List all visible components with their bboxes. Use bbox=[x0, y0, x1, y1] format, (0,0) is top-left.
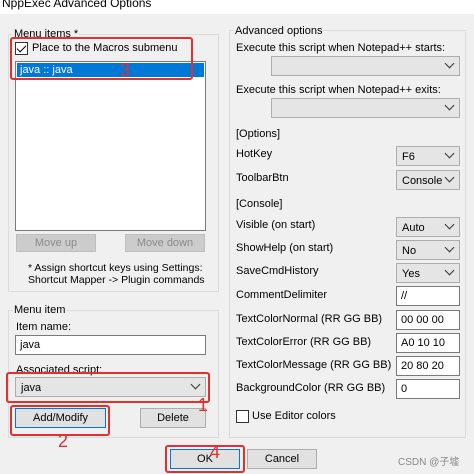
chevron-down-icon bbox=[444, 148, 455, 159]
chevron-down-icon bbox=[444, 219, 455, 230]
on-start-dropdown[interactable] bbox=[271, 56, 460, 76]
on-exit-dropdown[interactable] bbox=[271, 98, 460, 118]
toolbarbtn-value: Console bbox=[402, 175, 443, 187]
hotkey-label: HotKey bbox=[236, 148, 273, 160]
showhelp-dropdown[interactable]: No bbox=[396, 240, 460, 260]
tc-normal-input[interactable]: 00 00 00 bbox=[396, 310, 460, 330]
annotation-box-1 bbox=[6, 372, 210, 403]
shortcut-note: * Assign shortcut keys using Settings: S… bbox=[28, 262, 205, 286]
options-section-label: [Options] bbox=[236, 128, 281, 140]
showhelp-value: No bbox=[402, 245, 417, 257]
annotation-box-3 bbox=[10, 37, 193, 80]
bgcolor-value: 0 bbox=[401, 383, 408, 395]
annotation-number-1: 1 bbox=[198, 395, 209, 415]
chevron-down-icon bbox=[444, 242, 455, 253]
annotation-number-4: 4 bbox=[210, 442, 221, 462]
console-section-label: [Console] bbox=[236, 198, 283, 210]
toolbarbtn-dropdown[interactable]: Console bbox=[396, 170, 460, 190]
hotkey-dropdown[interactable]: F6 bbox=[396, 146, 460, 166]
tc-message-value: 20 80 20 bbox=[401, 360, 444, 372]
savecmd-dropdown[interactable]: Yes bbox=[396, 263, 460, 283]
move-down-button[interactable]: Move down bbox=[125, 234, 205, 252]
item-name-input[interactable]: java bbox=[15, 335, 206, 355]
on-exit-label: Execute this script when Notepad++ exits… bbox=[236, 84, 441, 96]
visible-dropdown[interactable]: Auto bbox=[396, 217, 460, 237]
chevron-down-icon bbox=[444, 58, 455, 69]
item-name-label: Item name: bbox=[16, 321, 72, 333]
item-name-value: java bbox=[20, 339, 41, 351]
window-title: NppExec Advanced Options bbox=[2, 0, 152, 10]
move-up-button[interactable]: Move up bbox=[16, 234, 96, 252]
cancel-button[interactable]: Cancel bbox=[247, 449, 317, 469]
visible-label: Visible (on start) bbox=[236, 219, 316, 231]
tc-normal-label: TextColorNormal (RR GG BB) bbox=[236, 313, 383, 325]
annotation-number-3: 3 bbox=[120, 60, 131, 80]
tc-normal-value: 00 00 00 bbox=[401, 314, 444, 326]
chevron-down-icon bbox=[444, 172, 455, 183]
savecmd-label: SaveCmdHistory bbox=[236, 265, 319, 277]
annotation-box-4 bbox=[165, 445, 245, 473]
title-bar: NppExec Advanced Options bbox=[0, 0, 474, 14]
bgcolor-label: BackgroundColor (RR GG BB) bbox=[236, 382, 386, 394]
tc-message-label: TextColorMessage (RR GG BB) bbox=[236, 359, 392, 371]
commentdelim-input[interactable]: // bbox=[396, 286, 460, 306]
chevron-down-icon bbox=[444, 265, 455, 276]
savecmd-value: Yes bbox=[402, 268, 420, 280]
chevron-down-icon bbox=[444, 100, 455, 111]
delete-button[interactable]: Delete bbox=[140, 408, 206, 428]
bgcolor-input[interactable]: 0 bbox=[396, 379, 460, 399]
use-editor-colors-checkbox[interactable] bbox=[236, 410, 249, 423]
hotkey-value: F6 bbox=[402, 151, 415, 163]
on-start-label: Execute this script when Notepad++ start… bbox=[236, 42, 446, 54]
watermark: CSDN @子墟 bbox=[398, 457, 460, 468]
tc-error-value: A0 10 10 bbox=[401, 337, 446, 349]
tc-message-input[interactable]: 20 80 20 bbox=[396, 356, 460, 376]
annotation-number-2: 2 bbox=[58, 431, 69, 451]
visible-value: Auto bbox=[402, 222, 425, 234]
advanced-options-group-label: Advanced options bbox=[234, 25, 324, 38]
toolbarbtn-label: ToolbarBtn bbox=[236, 172, 289, 184]
menu-item-group-label: Menu item bbox=[13, 304, 67, 317]
commentdelim-value: // bbox=[401, 290, 408, 302]
tc-error-input[interactable]: A0 10 10 bbox=[396, 333, 460, 353]
showhelp-label: ShowHelp (on start) bbox=[236, 242, 334, 254]
menu-items-list[interactable]: java :: java bbox=[15, 61, 206, 231]
tc-error-label: TextColorError (RR GG BB) bbox=[236, 336, 372, 348]
commentdelim-label: CommentDelimiter bbox=[236, 289, 328, 301]
use-editor-colors-label: Use Editor colors bbox=[252, 410, 336, 422]
